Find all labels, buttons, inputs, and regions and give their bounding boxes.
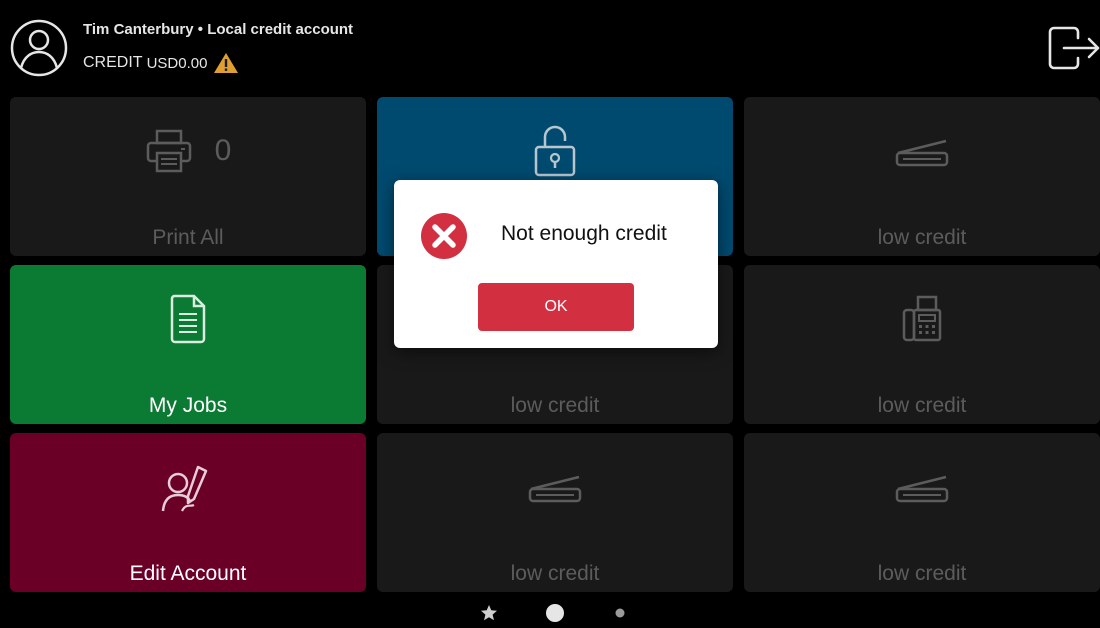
dialog-message: Not enough credit	[501, 222, 667, 245]
tile-label: low credit	[877, 226, 967, 249]
fax-icon	[902, 295, 942, 342]
user-account-line: Tim Canterbury • Local credit account	[83, 21, 353, 38]
user-name: Tim Canterbury	[83, 21, 194, 38]
tile-edit-account[interactable]: Edit Account	[10, 433, 366, 592]
page-dot[interactable]	[615, 608, 625, 618]
scanner-icon	[895, 139, 949, 167]
logout-icon[interactable]	[1044, 22, 1100, 74]
tile-print-all[interactable]: 0 Print All	[10, 97, 366, 256]
separator: •	[193, 21, 208, 38]
tile-scan-3[interactable]: low credit	[377, 433, 733, 592]
scanner-icon	[528, 475, 582, 503]
padlock-unlocked-icon	[534, 125, 576, 177]
scanner-icon	[895, 475, 949, 503]
user-edit-icon	[161, 465, 208, 512]
tile-label: Print All	[152, 226, 224, 249]
page-dot-active[interactable]	[545, 603, 565, 623]
tile-label: low credit	[510, 394, 600, 417]
credit-amount: USD0.00	[146, 54, 208, 72]
tile-fax[interactable]: low credit	[744, 265, 1100, 424]
tile-label: low credit	[510, 562, 600, 585]
credit-line: CREDIT USD0.00	[83, 52, 239, 74]
page-indicator	[0, 596, 1100, 628]
printer-icon	[146, 129, 191, 173]
tile-my-jobs[interactable]: My Jobs	[10, 265, 366, 424]
tile-label: Edit Account	[129, 562, 247, 585]
error-x-icon	[421, 213, 467, 259]
print-all-count: 0	[214, 134, 232, 167]
star-icon[interactable]	[480, 604, 498, 622]
tile-label: low credit	[877, 394, 967, 417]
tile-label: My Jobs	[148, 394, 228, 417]
error-dialog: Not enough credit OK	[394, 180, 718, 348]
tile-scan[interactable]: low credit	[744, 97, 1100, 256]
warning-icon	[214, 53, 239, 73]
account-type: Local credit account	[207, 21, 354, 38]
ok-button[interactable]: OK	[478, 283, 634, 331]
tile-scan-4[interactable]: low credit	[744, 433, 1100, 592]
credit-label: CREDIT	[83, 54, 143, 71]
user-avatar-icon[interactable]	[10, 19, 68, 77]
header: Tim Canterbury • Local credit account CR…	[0, 0, 1100, 95]
tile-label: low credit	[877, 562, 967, 585]
document-icon	[170, 294, 206, 344]
